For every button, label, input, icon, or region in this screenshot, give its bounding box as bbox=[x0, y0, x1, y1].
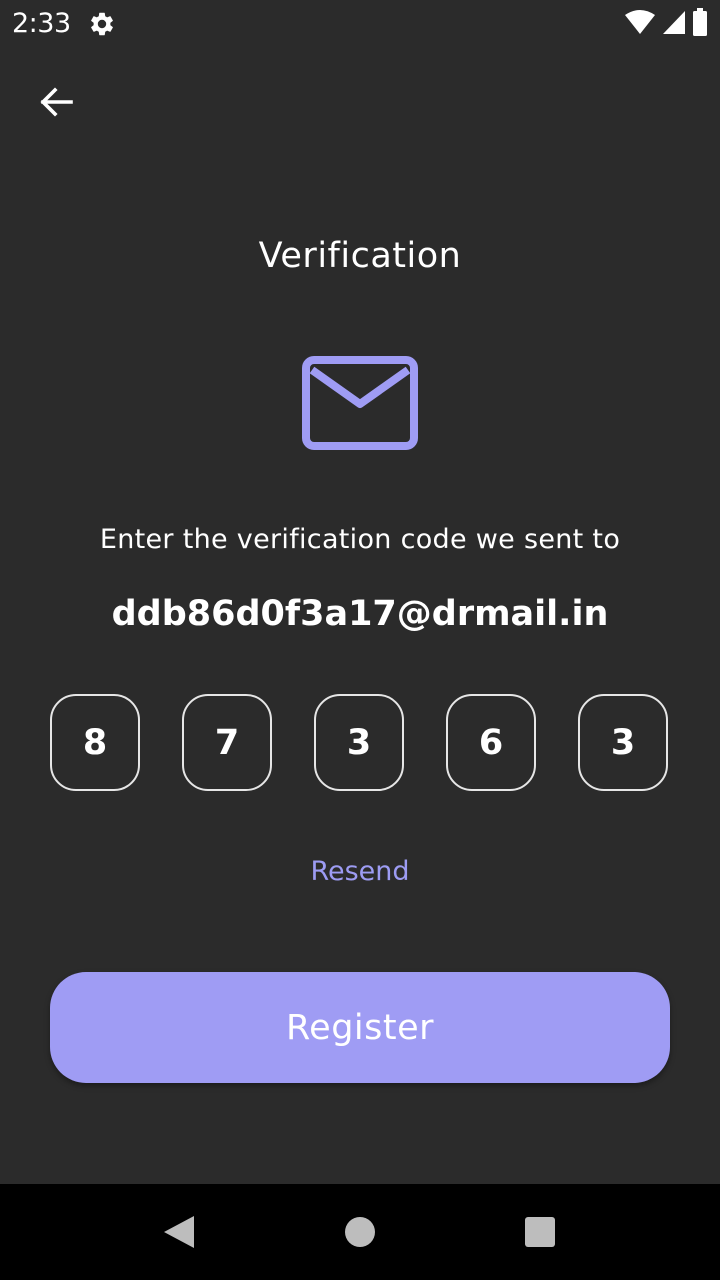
status-bar: 2:33 bbox=[0, 0, 720, 48]
page-title: Verification bbox=[258, 236, 462, 276]
resend-link[interactable]: Resend bbox=[0, 856, 720, 887]
status-time: 2:33 bbox=[12, 8, 71, 39]
instruction-text: Enter the verification code we sent to bbox=[99, 524, 621, 555]
signal-icon bbox=[662, 9, 686, 39]
verification-screen: 2:33 Verification Enter the verification… bbox=[0, 0, 720, 1280]
arrow-left-icon bbox=[39, 87, 73, 121]
code-digit-3[interactable]: 3 bbox=[314, 694, 404, 791]
gear-icon bbox=[88, 10, 116, 38]
nav-home-icon[interactable] bbox=[345, 1217, 375, 1247]
email-address: ddb86d0f3a17@drmail.in bbox=[111, 594, 609, 634]
navigation-bar bbox=[0, 1184, 720, 1280]
battery-icon bbox=[692, 8, 708, 40]
nav-recents-icon[interactable] bbox=[525, 1217, 555, 1247]
register-button[interactable]: Register bbox=[50, 972, 670, 1083]
verification-code-row: 8 7 3 6 3 bbox=[50, 694, 670, 794]
nav-back-icon[interactable] bbox=[160, 1214, 198, 1250]
code-digit-5[interactable]: 3 bbox=[578, 694, 668, 791]
status-icons bbox=[624, 8, 708, 40]
code-digit-4[interactable]: 6 bbox=[446, 694, 536, 791]
code-digit-1[interactable]: 8 bbox=[50, 694, 140, 791]
mail-icon bbox=[302, 356, 418, 450]
back-button[interactable] bbox=[30, 80, 82, 128]
wifi-icon bbox=[624, 9, 656, 39]
code-digit-2[interactable]: 7 bbox=[182, 694, 272, 791]
